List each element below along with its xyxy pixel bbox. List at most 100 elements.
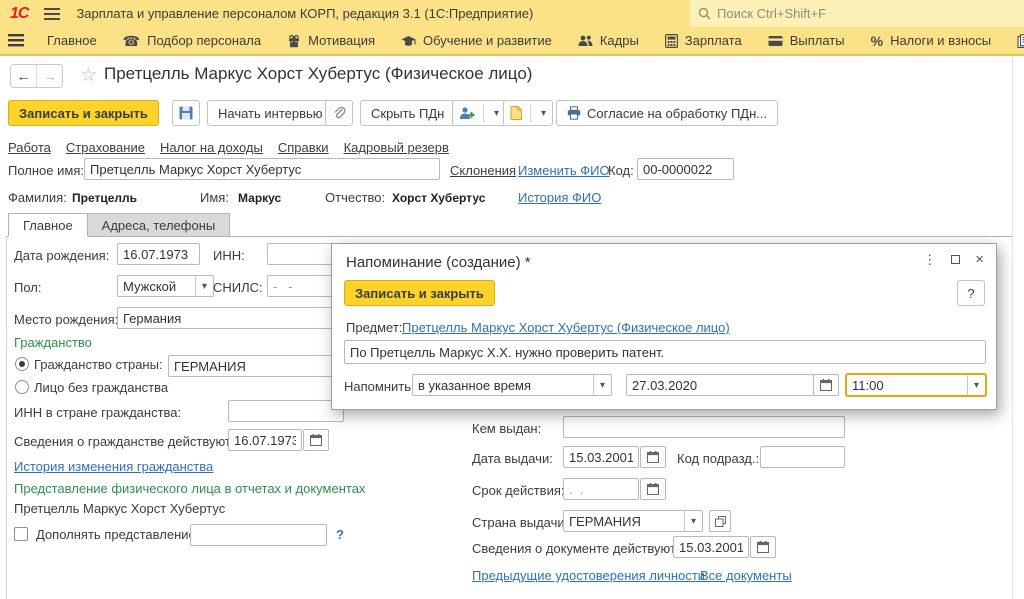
gender-select[interactable]: Мужской ▾ [117,275,214,297]
search-icon [698,7,711,20]
chevron-down-icon[interactable]: ▾ [967,375,985,395]
menu-item-hr[interactable]: Кадры [565,27,652,54]
save-button[interactable] [172,100,200,126]
section-link-personnel-reserve[interactable]: Кадровый резерв [344,140,449,155]
citizenship-country-radio[interactable] [15,357,29,371]
dialog-window-buttons: ⋮ × [923,252,984,267]
calendar-button[interactable] [640,446,666,468]
issued-by-input[interactable] [563,416,845,438]
subject-label: Предмет: [346,320,402,335]
menubar: Главное ☎ Подбор персонала Мотивация Обу… [0,27,1024,56]
tab-addresses[interactable]: Адреса, телефоны [88,213,231,237]
create-based-on-dropdown-button[interactable]: ▾ [503,100,553,126]
functions-menu-icon[interactable] [0,27,34,54]
section-link-work[interactable]: Работа [8,140,51,155]
hide-pdn-button[interactable]: Скрыть ПДн [360,100,455,126]
all-documents-link[interactable]: Все документы [700,568,792,583]
inn-foreign-input[interactable] [228,400,344,422]
pdn-consent-print-button[interactable]: Согласие на обработку ПДн... [556,100,778,126]
menu-item-main[interactable]: Главное [34,27,110,54]
section-link-insurance[interactable]: Страхование [66,140,145,155]
presentation-header: Представление физического лица в отчетах… [14,481,365,496]
issue-date-input[interactable] [563,446,639,468]
remind-label: Напомнить: [344,379,415,394]
page-title: Претцелль Маркус Хорст Хубертус (Физичес… [104,64,532,84]
menu-item-taxes[interactable]: % Налоги и взносы [858,27,1005,54]
remind-date-input[interactable] [626,374,814,396]
app-window: 1С Зарплата и управление персоналом КОРП… [0,0,1024,599]
titlebar: 1С Зарплата и управление персоналом КОРП… [0,0,1024,27]
citizenship-valid-from-label: Сведения о гражданстве действуют с: [14,434,245,449]
inn-foreign-label: ИНН в стране гражданства: [14,405,181,420]
citizenship-country-label[interactable]: Гражданство страны: [34,357,163,372]
back-button[interactable]: ← [11,65,37,87]
append-presentation-label[interactable]: Дополнять представление [36,527,196,542]
dept-code-label: Код подразд.: [677,451,759,466]
help-icon[interactable]: ? [336,527,344,542]
section-link-certificates[interactable]: Справки [278,140,329,155]
menu-item-training[interactable]: Обучение и развитие [388,27,565,54]
issue-country-select[interactable]: ГЕРМАНИЯ ▾ [563,510,703,532]
expiry-input[interactable] [563,478,639,500]
declensions-link[interactable]: Склонения [450,163,516,178]
gift-icon [287,34,301,48]
lastname-value: Претцелль [72,191,137,205]
open-in-window-icon [715,516,726,527]
main-menu-icon[interactable] [44,8,60,20]
chevron-down-icon[interactable]: ▾ [684,511,702,531]
1c-logo-icon: 1С [10,5,28,23]
attachments-button[interactable] [325,100,353,126]
menu-item-recruiting[interactable]: ☎ Подбор персонала [110,27,274,54]
document-valid-from-input[interactable] [673,536,749,558]
menu-item-reports[interactable]: Отчетность [1004,27,1024,54]
section-link-income-tax[interactable]: Налог на доходы [160,140,263,155]
calendar-icon [647,483,659,495]
birth-place-label: Место рождения: [14,312,118,327]
fio-history-link[interactable]: История ФИО [518,190,601,205]
add-person-dropdown-button[interactable]: ▾ [452,100,506,126]
subject-link[interactable]: Претцелль Маркус Хорст Хубертус (Физичес… [402,320,730,335]
stateless-radio[interactable] [15,380,29,394]
menu-item-salary[interactable]: Зарплата [652,27,755,54]
change-fio-link[interactable]: Изменить ФИО [518,163,610,178]
calendar-button[interactable] [640,478,666,500]
forward-button[interactable]: → [37,65,62,87]
issue-date-label: Дата выдачи: [472,451,553,466]
full-name-input[interactable] [84,158,440,180]
menu-item-payments[interactable]: Выплаты [755,27,858,54]
calendar-button[interactable] [303,429,329,451]
chevron-down-icon[interactable]: ▾ [195,276,213,296]
remind-mode-select[interactable]: в указанное время ▾ [412,374,612,396]
dialog-title: Напоминание (создание) * [346,254,531,271]
dept-code-input[interactable] [760,446,845,468]
maximize-icon[interactable] [951,255,960,264]
menu-item-motivation[interactable]: Мотивация [274,27,388,54]
birth-date-input[interactable] [117,243,200,265]
close-icon[interactable]: × [975,252,984,267]
citizenship-valid-from-input[interactable] [228,429,302,451]
dialog-help-button[interactable]: ? [957,280,985,306]
open-item-button[interactable] [709,510,731,532]
calendar-button[interactable] [813,374,839,396]
more-actions-icon[interactable]: ⋮ [923,253,936,266]
reminder-text-input[interactable] [344,340,986,364]
presentation-suffix-input[interactable] [190,524,327,546]
start-interview-button[interactable]: Начать интервью [207,100,334,126]
remind-time-select[interactable]: 11:00 ▾ [846,374,986,396]
stateless-label[interactable]: Лицо без гражданства [34,380,168,395]
code-input[interactable] [637,158,734,180]
paperclip-icon [332,106,346,120]
chevron-down-icon[interactable]: ▾ [593,375,611,395]
citizenship-history-link[interactable]: История изменения гражданства [14,459,213,474]
dialog-save-close-button[interactable]: Записать и закрыть [344,280,495,306]
favorite-star-icon[interactable]: ☆ [80,64,97,87]
panel-border-left [6,236,7,599]
previous-ids-link[interactable]: Предыдущие удостоверения личности [472,568,705,583]
save-close-button[interactable]: Записать и закрыть [8,100,159,126]
append-presentation-checkbox[interactable] [14,527,28,541]
issue-country-label: Страна выдачи: [472,515,568,530]
tab-main[interactable]: Главное [8,213,88,237]
global-search-input[interactable]: Поиск Ctrl+Shift+F [690,0,1024,27]
calendar-button[interactable] [750,536,776,558]
history-nav: ← → [10,64,63,88]
